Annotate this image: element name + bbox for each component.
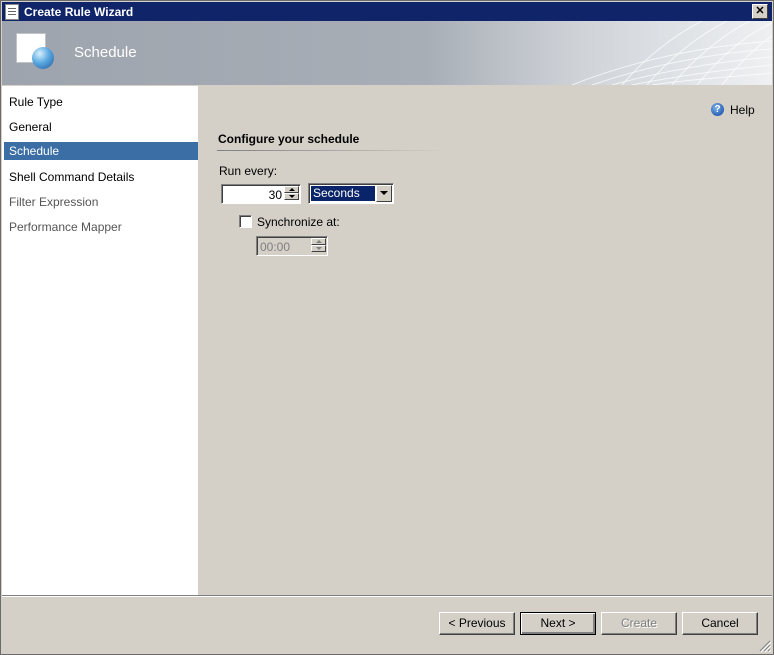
interval-unit-value: Seconds	[311, 186, 375, 201]
interval-down-button[interactable]	[284, 193, 299, 200]
sidebar-item-general[interactable]: General	[4, 118, 198, 136]
dropdown-arrow-icon[interactable]	[376, 185, 392, 202]
title-bar[interactable]: Create Rule Wizard ✕	[2, 2, 772, 21]
sync-time-down-button	[311, 245, 326, 252]
section-title: Configure your schedule	[218, 132, 360, 146]
close-button[interactable]: ✕	[752, 4, 768, 19]
wizard-steps-sidebar: Rule Type General Schedule Shell Command…	[2, 86, 198, 595]
interval-value: 30	[268, 188, 282, 202]
banner-mesh-graphic	[571, 21, 772, 85]
wizard-banner: Schedule	[2, 21, 772, 85]
sidebar-item-shell-command-details[interactable]: Shell Command Details	[4, 168, 198, 186]
sync-time-value: 00:00	[260, 240, 291, 254]
synchronize-label[interactable]: Synchronize at:	[257, 215, 340, 229]
previous-button[interactable]: < Previous	[439, 612, 515, 635]
banner-title: Schedule	[74, 44, 137, 61]
help-label: Help	[730, 103, 755, 117]
synchronize-checkbox[interactable]	[239, 215, 252, 228]
run-every-label: Run every:	[219, 164, 278, 178]
help-icon: ?	[711, 103, 724, 116]
sidebar-item-rule-type[interactable]: Rule Type	[4, 93, 198, 111]
document-icon	[5, 4, 19, 20]
wizard-window: Create Rule Wizard ✕ Schedule Rule Type …	[0, 0, 774, 655]
interval-spinner[interactable]: 30	[221, 184, 301, 204]
create-button: Create	[601, 612, 677, 635]
sidebar-item-performance-mapper[interactable]: Performance Mapper	[4, 218, 198, 236]
window-title: Create Rule Wizard	[24, 5, 134, 19]
sidebar-item-filter-expression[interactable]: Filter Expression	[4, 193, 198, 211]
interval-up-button[interactable]	[284, 186, 299, 193]
next-button[interactable]: Next >	[520, 612, 596, 635]
interval-unit-select[interactable]: Seconds	[308, 183, 394, 204]
wizard-step-icon	[16, 33, 54, 69]
sidebar-item-schedule[interactable]: Schedule	[4, 142, 198, 160]
sync-time-up-button	[311, 238, 326, 245]
resize-grip-icon[interactable]	[759, 640, 771, 652]
section-divider	[217, 150, 447, 151]
sync-time-spinner: 00:00	[256, 236, 328, 256]
footer-divider	[2, 595, 772, 597]
cancel-button[interactable]: Cancel	[682, 612, 758, 635]
